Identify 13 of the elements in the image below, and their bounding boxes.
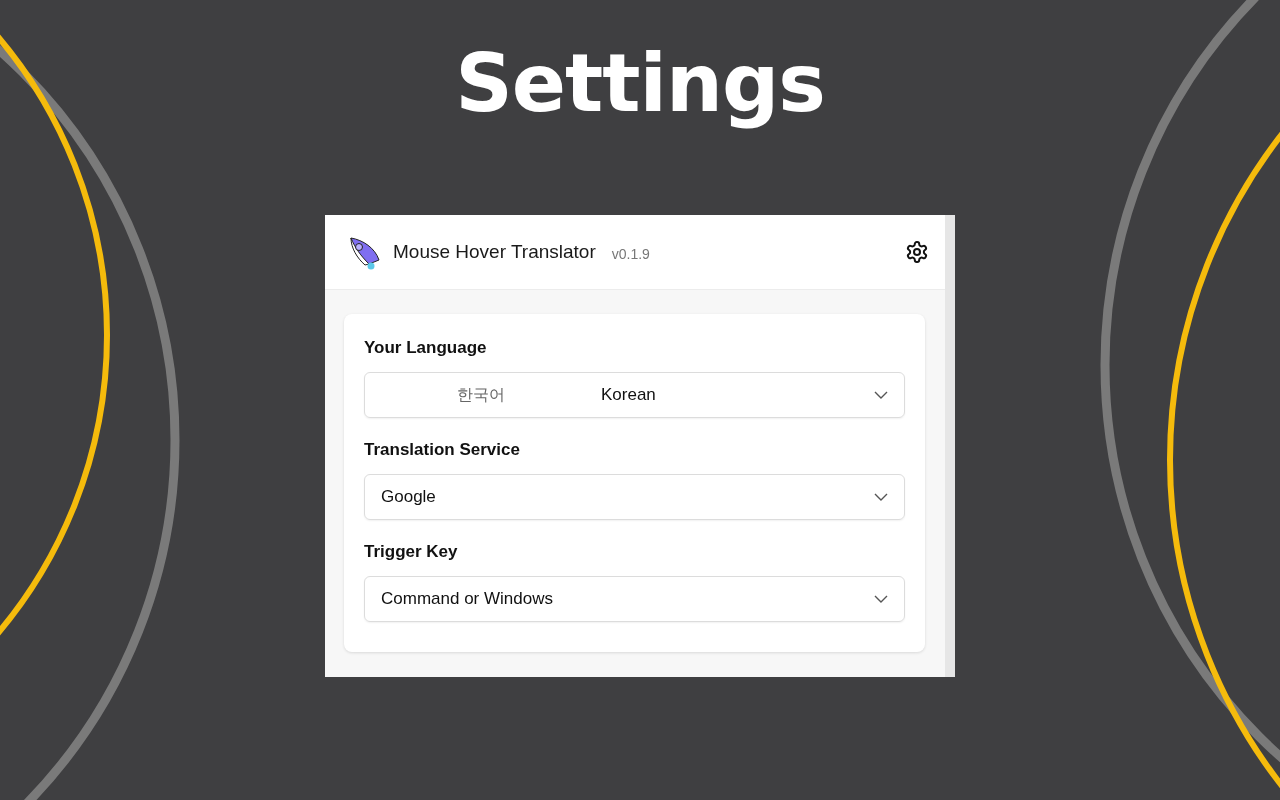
chevron-down-icon — [874, 391, 888, 399]
field-label: Your Language — [364, 338, 488, 358]
dropdown-select[interactable]: 한국어 Korean — [364, 372, 905, 418]
field-label: Translation Service — [364, 440, 521, 460]
chevron-down-icon — [874, 595, 888, 603]
dropdown-select[interactable]: Command or Windows — [364, 576, 905, 622]
page-title: Settings — [455, 38, 825, 130]
app-name: Mouse Hover Translator — [393, 241, 596, 263]
version-label: v0.1.9 — [611, 245, 650, 262]
dropdown-select[interactable]: Google — [364, 474, 905, 520]
settings-icon[interactable] — [905, 240, 929, 264]
field-label: Trigger Key — [364, 542, 459, 562]
chevron-down-icon — [874, 493, 888, 501]
